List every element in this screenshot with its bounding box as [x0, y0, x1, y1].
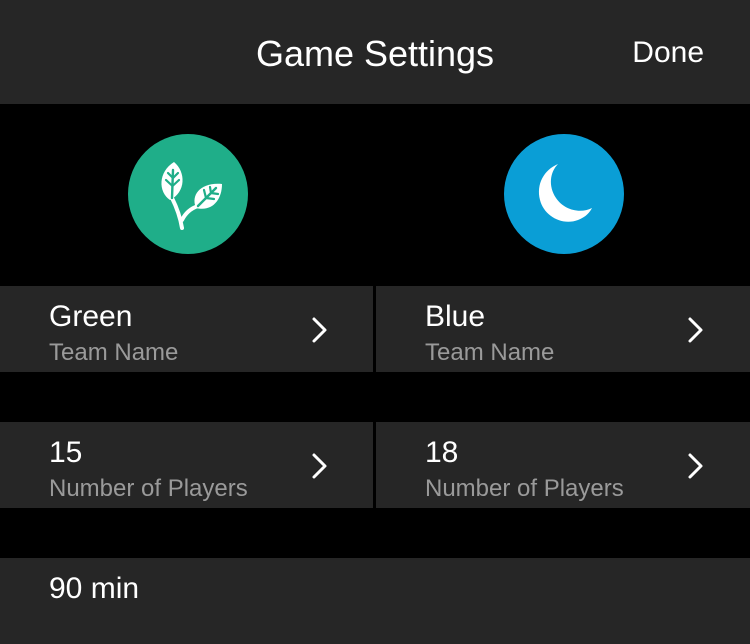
team-name-value: Blue [425, 300, 486, 333]
chevron-right-icon [312, 317, 327, 343]
done-button[interactable]: Done [632, 34, 704, 72]
moon-icon [538, 164, 592, 222]
team-name-label: Team Name [425, 339, 555, 366]
players-label: Number of Players [49, 475, 248, 502]
players-cell-green[interactable]: 15 Number of Players [0, 422, 373, 508]
players-value: 15 [49, 436, 83, 469]
players-value: 18 [425, 436, 459, 469]
chevron-right-icon [688, 453, 703, 479]
players-cell-blue[interactable]: 18 Number of Players [376, 422, 750, 508]
game-duration-value: 90 min [49, 572, 140, 605]
chevron-right-icon [688, 317, 703, 343]
team-name-value: Green [49, 300, 133, 333]
leaf-icon [161, 162, 222, 230]
players-label: Number of Players [425, 475, 624, 502]
team-blue-icon[interactable] [504, 134, 624, 254]
game-duration-cell[interactable]: 90 min [0, 558, 750, 644]
team-name-cell-green[interactable]: Green Team Name [0, 286, 373, 372]
team-name-label: Team Name [49, 339, 179, 366]
nav-bar: Game Settings Done [0, 0, 750, 104]
team-name-cell-blue[interactable]: Blue Team Name [376, 286, 750, 372]
chevron-right-icon [312, 453, 327, 479]
team-green-icon[interactable] [128, 134, 248, 254]
